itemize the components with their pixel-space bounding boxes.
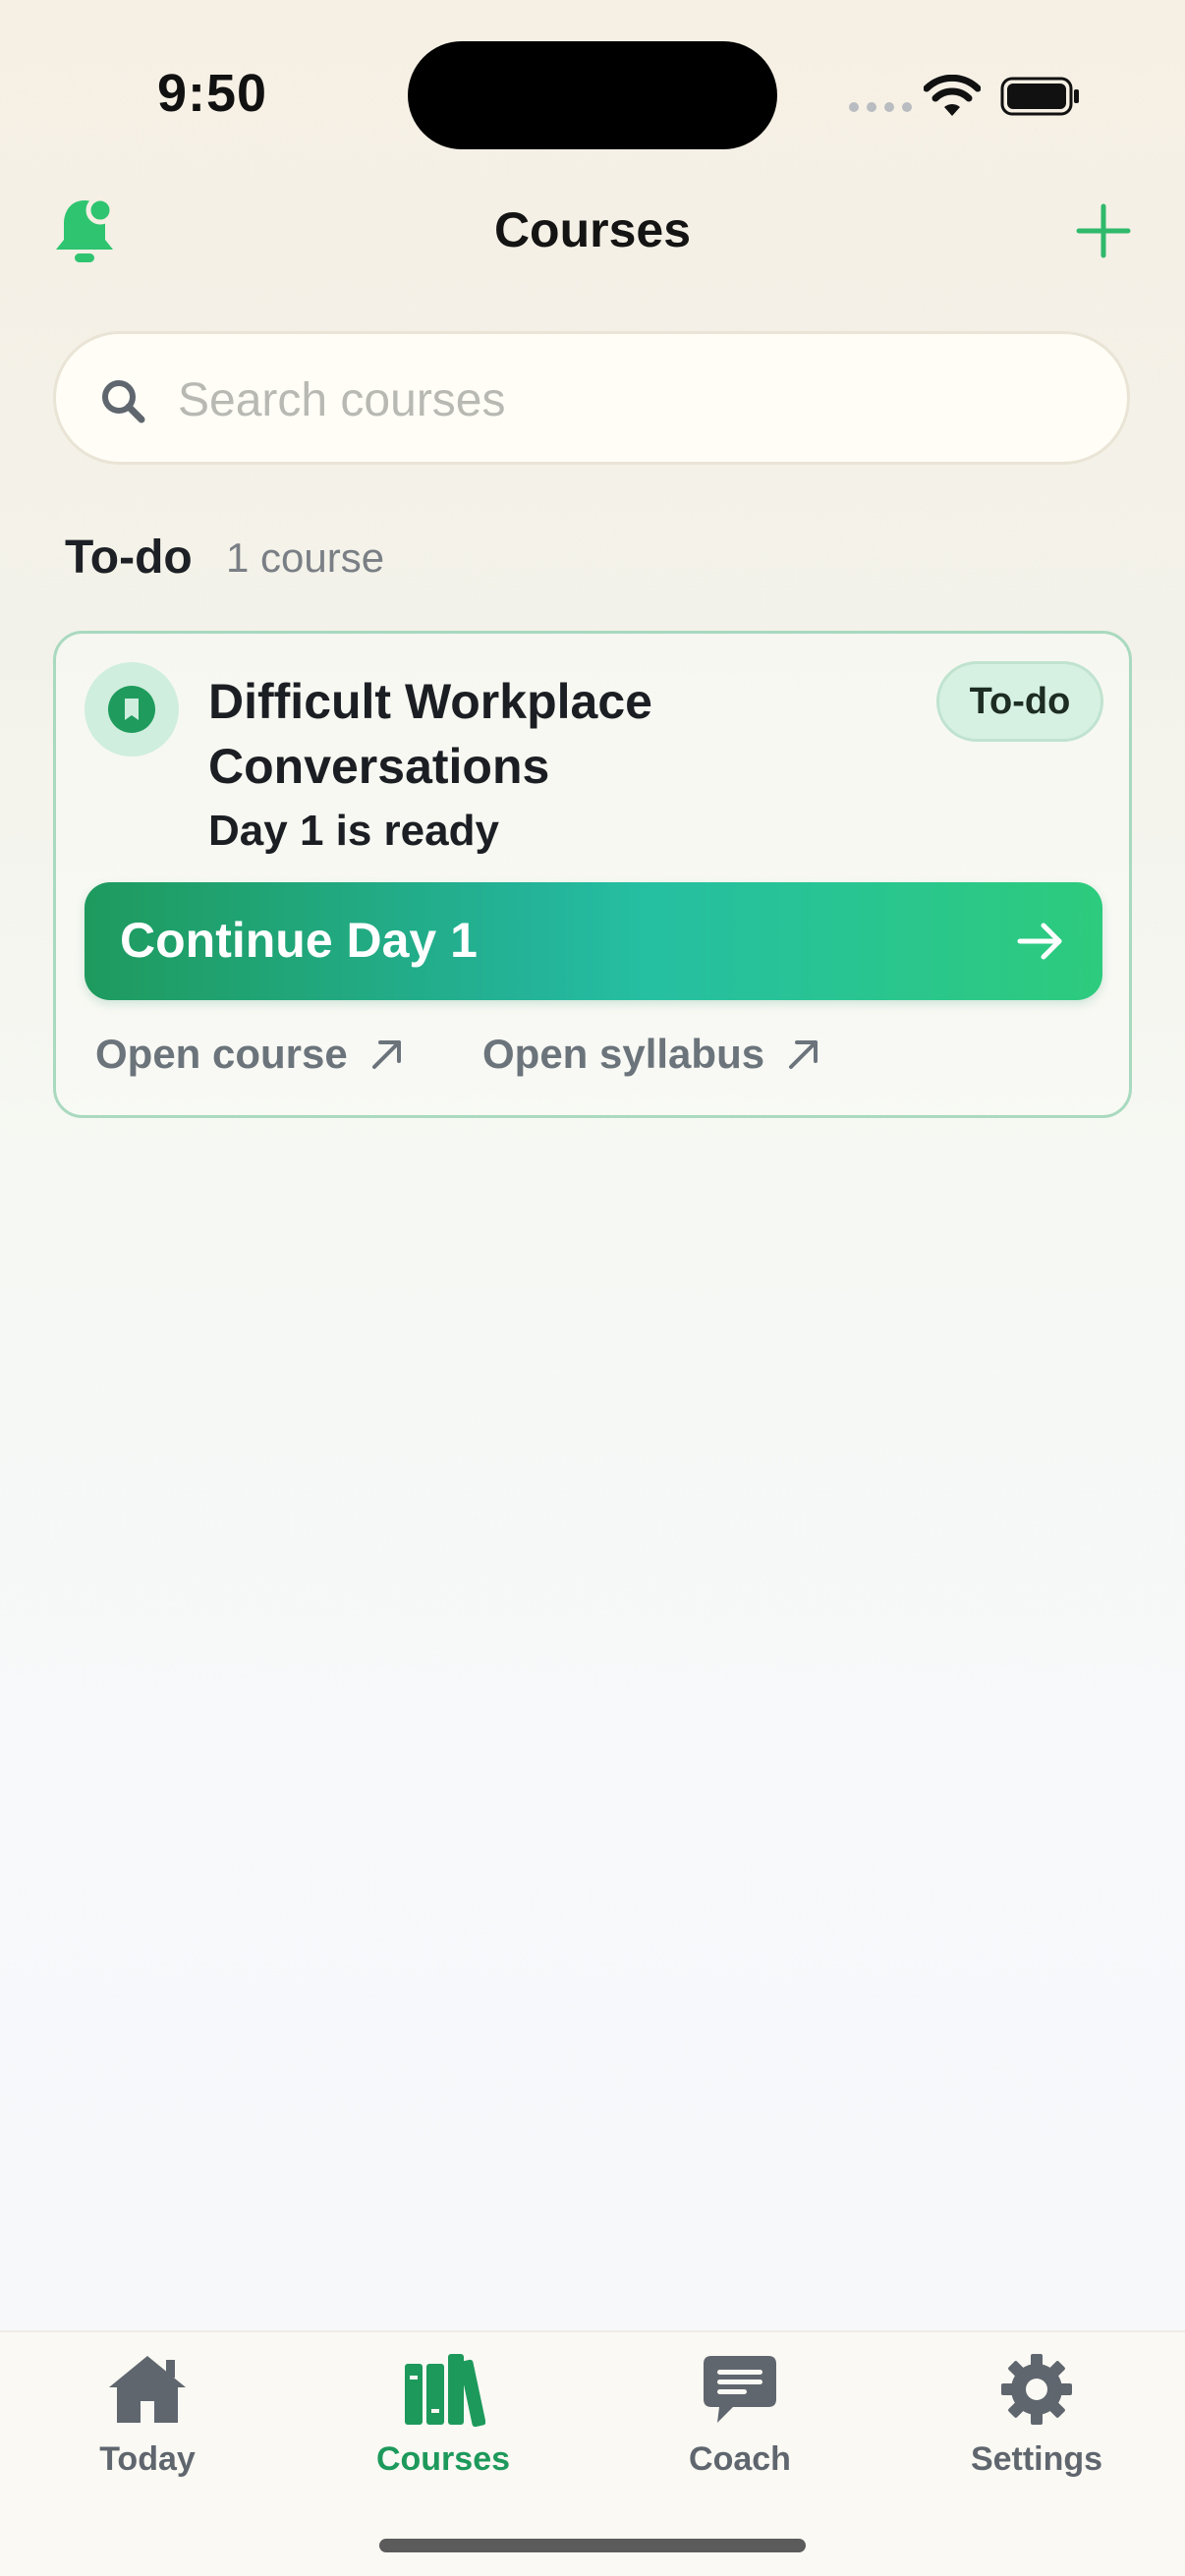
tab-courses-label: Courses (375, 2440, 511, 2478)
status-badge: To-do (936, 661, 1103, 742)
search-icon (102, 380, 145, 423)
gear-icon (1001, 2354, 1072, 2425)
tab-settings-label: Settings (970, 2440, 1103, 2478)
status-time: 9:50 (157, 64, 268, 123)
chat-bubble-icon (704, 2356, 776, 2423)
page-title: Courses (493, 202, 692, 257)
course-title: Difficult Workplace Conversations (208, 674, 652, 794)
bookmark-icon (125, 699, 139, 720)
continue-day-button[interactable]: Continue Day 1 (85, 882, 1102, 1000)
open-syllabus-link[interactable]: Open syllabus (482, 1031, 821, 1078)
search-input[interactable] (176, 356, 1064, 444)
tab-courses[interactable]: Courses (325, 2350, 561, 2497)
course-subtitle: Day 1 is ready (208, 807, 499, 855)
course-icon (85, 662, 179, 756)
tab-today-label: Today (99, 2440, 196, 2478)
dynamic-island (408, 41, 777, 149)
arrow-up-right-icon (371, 1040, 401, 1069)
arrow-up-right-icon (789, 1040, 818, 1069)
wifi-icon (924, 75, 981, 116)
plus-icon[interactable] (1075, 202, 1132, 259)
tab-coach[interactable]: Coach (622, 2350, 858, 2497)
tab-today[interactable]: Today (29, 2350, 265, 2497)
books-icon (405, 2354, 485, 2428)
open-syllabus-label: Open syllabus (482, 1031, 765, 1077)
battery-icon (1000, 77, 1079, 116)
home-indicator[interactable] (379, 2539, 806, 2552)
continue-day-label: Continue Day 1 (120, 913, 478, 968)
search-bar[interactable] (53, 331, 1130, 465)
open-course-link[interactable]: Open course (95, 1031, 405, 1078)
tab-settings[interactable]: Settings (919, 2350, 1155, 2497)
tab-coach-label: Coach (689, 2440, 791, 2478)
arrow-right-icon (1017, 923, 1062, 960)
house-icon (109, 2356, 186, 2423)
open-course-label: Open course (95, 1031, 348, 1077)
course-card[interactable]: Difficult Workplace Conversations Day 1 … (53, 631, 1132, 1118)
cellular-signal-icon (849, 102, 912, 112)
section-title: To-do (65, 532, 193, 584)
section-count: 1 course (226, 534, 385, 581)
